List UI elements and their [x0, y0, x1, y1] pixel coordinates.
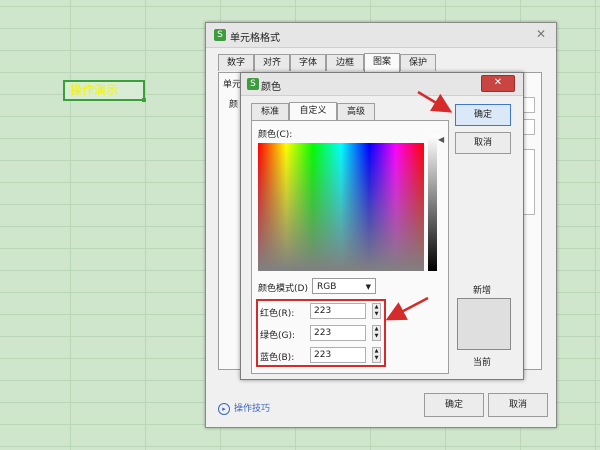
arrow-to-ok-icon — [417, 90, 453, 113]
annotation-arrows — [385, 90, 453, 321]
arrow-to-rgb-icon — [385, 296, 429, 321]
